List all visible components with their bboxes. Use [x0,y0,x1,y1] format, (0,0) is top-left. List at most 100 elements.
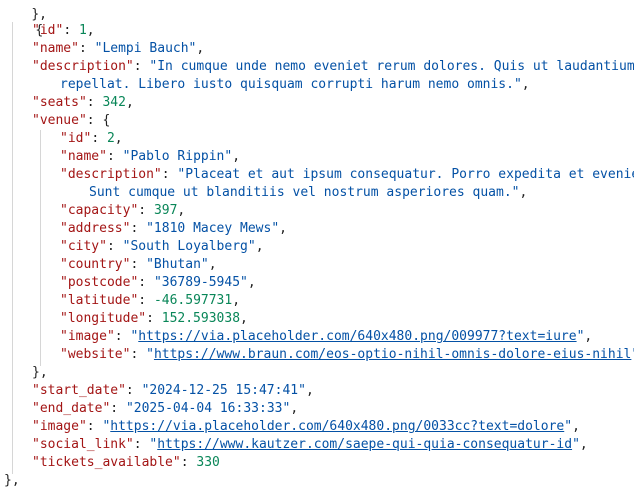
json-line-description-wrap: repellat. Libero iusto quisquam corrupti… [60,76,530,94]
colon: : [114,329,131,344]
json-key-venue-id: "id" [60,131,92,146]
colon: : [91,131,107,146]
json-line-venue-city: "city": "South Loyalberg", [60,238,264,256]
json-key-seats: "seats" [32,95,87,110]
colon: : [146,311,162,326]
comma: , [114,131,123,146]
json-line-name: "name": "Lempi Bauch", [32,40,204,58]
json-value-name: "Lempi Bauch" [94,41,197,56]
json-line-start-date: "start_date": "2024-12-25 15:47:41", [32,382,314,400]
comma: , [572,419,580,434]
comma: , [579,437,588,452]
colon: : [133,437,150,452]
json-value-city: "South Loyalberg" [122,239,256,254]
json-line-venue-close: }, [32,364,48,382]
comma: , [279,221,287,236]
json-line-venue-description-wrap: Sunt cumque ut blanditiis vel nostrum as… [89,184,527,202]
json-line-tickets-available: "tickets_available": 330 [32,454,220,472]
json-line-venue: "venue": { [32,112,110,130]
json-value-venue-name: "Pablo Rippin" [122,149,233,164]
comma: , [240,311,248,326]
indent-guide [40,130,41,366]
comma: , [247,275,256,290]
image-link[interactable]: https://via.placeholder.com/640x480.png/… [110,419,564,434]
json-key-end-date: "end_date" [32,401,111,416]
comma: , [125,95,134,110]
open-brace: { [102,113,111,128]
colon: : [130,221,147,236]
json-line-venue-website: "website": "https://www.braun.com/eos-op… [60,346,634,364]
json-line-venue-description: "description": "Placeat et aut ipsum con… [60,166,634,184]
json-value-venue-description-line2: Sunt cumque ut blanditiis vel nostrum as… [89,185,520,200]
json-viewer: }, { "id": 1, "name": "Lempi Bauch", "de… [0,0,634,496]
comma: , [290,401,299,416]
colon: : [106,149,123,164]
comma: , [521,77,530,92]
colon: : [78,41,95,56]
colon: : [133,59,150,74]
json-line-social-link: "social_link": "https://www.kautzer.com/… [32,436,588,454]
json-value-start-date: "2024-12-25 15:47:41" [141,383,306,398]
colon: : [138,275,154,290]
colon: : [63,23,79,38]
close-brace: }, [4,473,20,488]
json-key-venue-image: "image" [60,329,115,344]
json-line-venue-name: "name": "Pablo Rippin", [60,148,240,166]
colon: : [130,347,147,362]
colon: : [86,95,103,110]
colon: : [130,257,147,272]
json-key-latitude: "latitude" [60,293,139,308]
venue-image-link[interactable]: https://via.placeholder.com/640x480.png/… [138,329,576,344]
colon: : [125,383,142,398]
json-key-tickets-available: "tickets_available" [32,455,181,470]
json-value-tickets-available: 330 [196,455,220,470]
json-line-close: }, [4,472,20,490]
json-value-longitude: 152.593038 [161,311,241,326]
json-value-venue-description-line1: "Placeat et aut ipsum consequatur. Porro… [177,167,634,182]
json-key-address: "address" [60,221,131,236]
comma: , [255,239,264,254]
comma: , [196,41,205,56]
json-value-seats: 342 [102,95,126,110]
json-line-venue-id: "id": 2, [60,130,123,148]
json-value-latitude: -46.597731 [153,293,233,308]
json-line-venue-latitude: "latitude": -46.597731, [60,292,240,310]
json-line-seats: "seats": 342, [32,94,134,112]
json-line-image: "image": "https://via.placeholder.com/64… [32,418,580,436]
json-key-postcode: "postcode" [60,275,139,290]
colon: : [86,113,103,128]
json-key-venue-description: "description" [60,167,162,182]
json-key-venue: "venue" [32,113,87,128]
json-key-venue-name: "name" [60,149,107,164]
json-key-city: "city" [60,239,107,254]
social-link[interactable]: https://www.kautzer.com/saepe-qui-quia-c… [157,437,572,452]
json-line-venue-country: "country": "Bhutan", [60,256,217,274]
json-line-open-brace: { [4,4,43,38]
colon: : [180,455,197,470]
json-value-end-date: "2025-04-04 16:33:33" [125,401,291,416]
json-line-venue-postcode: "postcode": "36789-5945", [60,274,256,292]
json-key-id: "id" [32,23,64,38]
comma: , [177,203,186,218]
json-line-end-date: "end_date": "2025-04-04 16:33:33", [32,400,298,418]
venue-website-link[interactable]: https://www.braun.com/eos-optio-nihil-om… [154,347,631,362]
comma: , [86,23,95,38]
json-line-venue-image: "image": "https://via.placeholder.com/64… [60,328,592,346]
json-value-address: "1810 Macey Mews" [146,221,280,236]
json-line-description: "description": "In cumque unde nemo even… [32,58,634,76]
comma: , [519,185,528,200]
json-key-name: "name" [32,41,79,56]
quote: " [564,419,573,434]
json-key-social-link: "social_link" [32,437,134,452]
quote: " [572,437,580,452]
comma: , [232,293,241,308]
json-value-description-line1: "In cumque unde nemo eveniet rerum dolor… [149,59,634,74]
json-key-website: "website" [60,347,131,362]
json-line-venue-longitude: "longitude": 152.593038, [60,310,248,328]
colon: : [86,419,103,434]
json-value-id: 1 [78,23,87,38]
colon: : [161,167,178,182]
indent-guide [12,22,13,474]
json-key-start-date: "start_date" [32,383,126,398]
json-key-capacity: "capacity" [60,203,139,218]
